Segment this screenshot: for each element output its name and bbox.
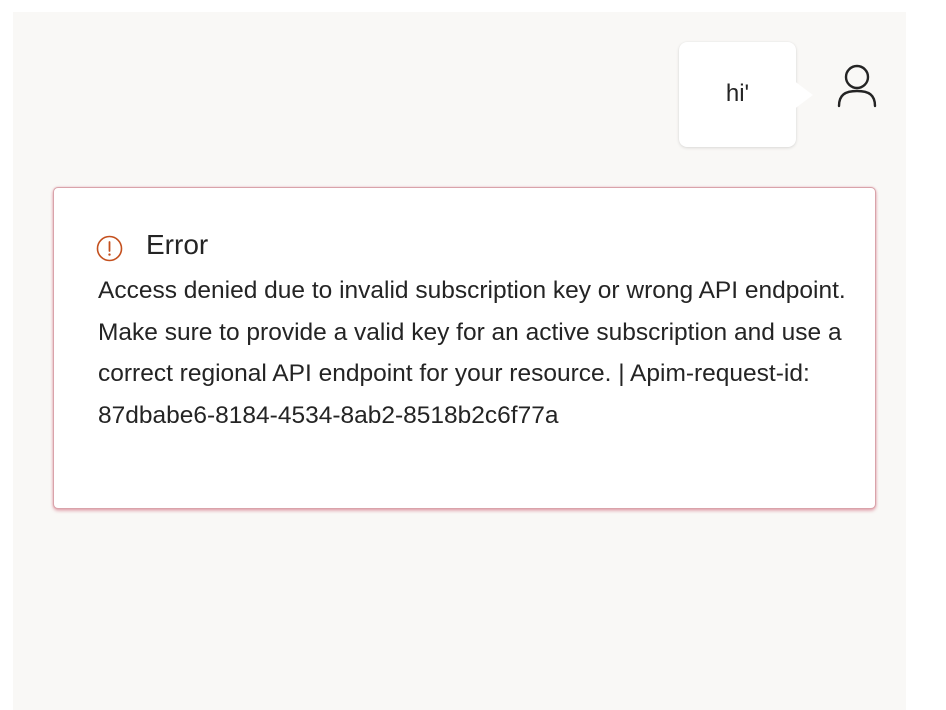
person-icon xyxy=(837,64,877,108)
message-bubble-tail xyxy=(793,80,813,110)
error-circle-icon xyxy=(96,235,123,262)
error-card: Error Access denied due to invalid subsc… xyxy=(53,187,876,509)
error-title: Error xyxy=(146,229,209,260)
user-message-bubble: hi' xyxy=(679,42,796,147)
error-message: Access denied due to invalid subscriptio… xyxy=(98,277,846,429)
user-message-text: hi' xyxy=(725,80,750,107)
